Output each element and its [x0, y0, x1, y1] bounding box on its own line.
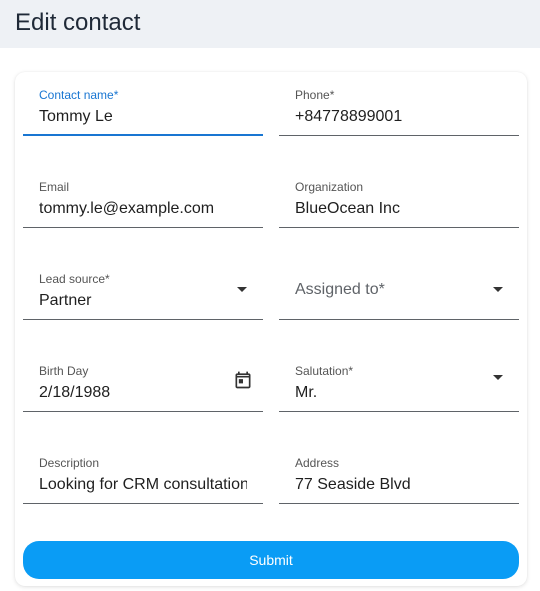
contact-name-field[interactable]: Contact name* Tommy Le [23, 72, 263, 136]
birth-day-input[interactable]: 2/18/1988 [39, 383, 223, 403]
chevron-down-icon[interactable] [493, 287, 503, 292]
description-field[interactable]: Description Looking for CRM consultation [23, 440, 263, 504]
calendar-icon[interactable] [233, 370, 253, 390]
address-field[interactable]: Address 77 Seaside Blvd [279, 440, 519, 504]
salutation-select[interactable]: Salutation* Mr. [279, 348, 519, 412]
birth-day-field[interactable]: Birth Day 2/18/1988 [23, 348, 263, 412]
contact-name-input[interactable]: Tommy Le [39, 107, 247, 127]
chevron-down-icon[interactable] [237, 287, 247, 292]
email-field[interactable]: Email tommy.le@example.com [23, 164, 263, 228]
contact-name-label: Contact name* [39, 88, 119, 102]
phone-label: Phone* [295, 88, 335, 102]
address-label: Address [295, 456, 340, 470]
assigned-to-placeholder: Assigned to* [295, 281, 385, 298]
page-header: Edit contact [0, 0, 540, 48]
email-label: Email [39, 180, 70, 194]
address-input[interactable]: 77 Seaside Blvd [295, 475, 503, 495]
submit-button[interactable]: Submit [23, 541, 519, 579]
description-label: Description [39, 456, 100, 470]
description-input[interactable]: Looking for CRM consultation [39, 475, 247, 495]
salutation-value: Mr. [295, 384, 318, 401]
phone-field[interactable]: Phone* +84778899001 [279, 72, 519, 136]
organization-label: Organization [295, 180, 364, 194]
lead-source-label: Lead source* [39, 272, 110, 286]
email-input[interactable]: tommy.le@example.com [39, 199, 247, 219]
salutation-label: Salutation* [295, 364, 354, 378]
page-title: Edit contact [15, 9, 141, 36]
lead-source-value: Partner [39, 292, 92, 309]
organization-field[interactable]: Organization BlueOcean Inc [279, 164, 519, 228]
organization-input[interactable]: BlueOcean Inc [295, 199, 503, 219]
phone-input[interactable]: +84778899001 [295, 107, 503, 127]
birth-day-label: Birth Day [39, 364, 89, 378]
lead-source-select[interactable]: Lead source* Partner [23, 256, 263, 320]
assigned-to-select[interactable]: Assigned to* [279, 256, 519, 320]
chevron-down-icon[interactable] [493, 375, 503, 380]
edit-contact-form: Contact name* Tommy Le Phone* +847788990… [15, 72, 527, 586]
